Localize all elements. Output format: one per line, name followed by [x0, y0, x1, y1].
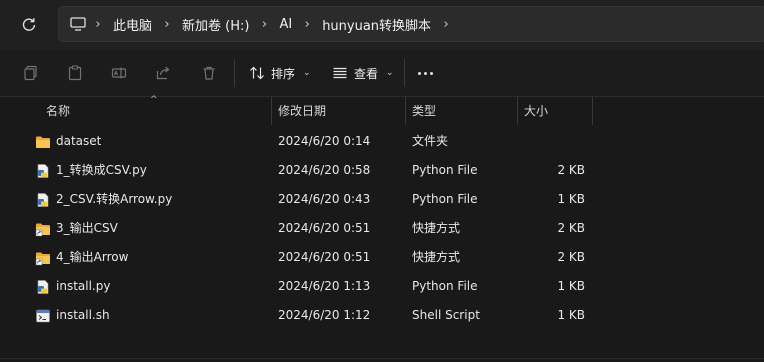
- file-name: 1_转换成CSV.py: [56, 163, 147, 177]
- file-row-2[interactable]: 2_CSV.转换Arrow.py 2024/6/20 0:43 Python F…: [0, 185, 764, 214]
- chevron-right-icon[interactable]: ›: [87, 17, 109, 32]
- file-name: install.py: [56, 279, 111, 293]
- file-type: Python File: [412, 192, 478, 206]
- file-date: 2024/6/20 0:58: [278, 163, 371, 177]
- view-label: 查看: [354, 66, 379, 81]
- file-size: [520, 127, 585, 156]
- view-button[interactable]: 查看 ⌄: [332, 62, 394, 84]
- folder-shortcut-icon: [35, 252, 50, 265]
- file-name: 3_输出CSV: [56, 221, 118, 235]
- python-file-icon: [37, 163, 49, 178]
- file-row-dataset[interactable]: dataset 2024/6/20 0:14 文件夹: [0, 127, 764, 156]
- breadcrumb-hunyuan[interactable]: hunyuan转换脚本: [318, 15, 435, 34]
- file-date: 2024/6/20 0:14: [278, 134, 371, 148]
- file-name: 4_输出Arrow: [56, 250, 129, 264]
- column-header: ^ 名称 修改日期 类型 大小: [0, 95, 764, 125]
- file-date: 2024/6/20 0:51: [278, 221, 371, 235]
- column-type[interactable]: 类型: [406, 97, 518, 125]
- file-date: 2024/6/20 1:12: [278, 308, 371, 322]
- file-type: Python File: [412, 279, 478, 293]
- file-type: Shell Script: [412, 308, 480, 322]
- dot: [430, 71, 433, 75]
- file-row-5[interactable]: install.py 2024/6/20 1:13 Python File 1 …: [0, 272, 764, 301]
- column-date-modified[interactable]: 修改日期: [272, 97, 406, 125]
- chevron-down-icon: ⌄: [303, 68, 311, 78]
- file-type: 文件夹: [412, 134, 449, 148]
- python-file-icon: [37, 279, 49, 294]
- file-name: 2_CSV.转换Arrow.py: [56, 192, 173, 206]
- address-bar[interactable]: › 此电脑 › 新加卷 (H:) › AI › hunyuan转换脚本 ›: [58, 6, 764, 42]
- refresh-icon: [22, 18, 36, 31]
- toolbar-divider: [234, 59, 235, 87]
- sort-button[interactable]: 排序 ⌄: [249, 62, 311, 84]
- file-row-4[interactable]: 4_输出Arrow 2024/6/20 0:51 快捷方式 2 KB: [0, 243, 764, 272]
- file-row-3[interactable]: 3_输出CSV 2024/6/20 0:51 快捷方式 2 KB: [0, 214, 764, 243]
- file-size: 2 KB: [557, 250, 585, 264]
- column-name[interactable]: 名称: [40, 97, 272, 125]
- refresh-button[interactable]: [16, 12, 42, 38]
- paste-icon[interactable]: [65, 63, 85, 83]
- folder-icon: [36, 136, 50, 148]
- file-type: 快捷方式: [412, 221, 461, 235]
- file-name: dataset: [56, 134, 102, 148]
- computer-icon[interactable]: [69, 15, 87, 33]
- file-size: 1 KB: [557, 308, 585, 322]
- sort-icon: [250, 66, 264, 80]
- dot: [424, 71, 427, 75]
- folder-shortcut-icon: [35, 223, 50, 236]
- breadcrumb-drive-h[interactable]: 新加卷 (H:): [178, 15, 253, 34]
- chevron-right-icon[interactable]: ›: [435, 17, 457, 32]
- status-divider: [0, 358, 764, 359]
- file-date: 2024/6/20 0:43: [278, 192, 371, 206]
- copy-icon[interactable]: [21, 63, 41, 83]
- file-size: 1 KB: [557, 279, 585, 293]
- file-name: install.sh: [56, 308, 110, 322]
- file-row-1[interactable]: 1_转换成CSV.py 2024/6/20 0:58 Python File 2…: [0, 156, 764, 185]
- file-size: 1 KB: [557, 192, 585, 206]
- file-date: 2024/6/20 1:13: [278, 279, 371, 293]
- file-date: 2024/6/20 0:51: [278, 250, 371, 264]
- dot: [418, 71, 421, 75]
- delete-icon[interactable]: [199, 63, 219, 83]
- view-icon: [333, 67, 347, 79]
- command-bar: 排序 ⌄ 查看 ⌄: [0, 50, 764, 97]
- file-size: 2 KB: [557, 221, 585, 235]
- file-row-6[interactable]: install.sh 2024/6/20 1:12 Shell Script 1…: [0, 301, 764, 330]
- python-file-icon: [37, 192, 49, 207]
- chevron-right-icon[interactable]: ›: [296, 17, 318, 32]
- toolbar-divider: [404, 59, 405, 87]
- chevron-right-icon[interactable]: ›: [253, 17, 275, 32]
- chevron-down-icon: ⌄: [386, 68, 394, 78]
- file-type: 快捷方式: [412, 250, 461, 264]
- address-row: › 此电脑 › 新加卷 (H:) › AI › hunyuan转换脚本 ›: [0, 0, 764, 50]
- shell-script-icon: [36, 309, 50, 322]
- breadcrumb-this-pc[interactable]: 此电脑: [109, 15, 156, 34]
- chevron-right-icon[interactable]: ›: [156, 17, 178, 32]
- share-icon[interactable]: [153, 63, 173, 83]
- file-list: dataset 2024/6/20 0:14 文件夹 1_转换成CSV.py 2…: [0, 127, 764, 330]
- file-type: Python File: [412, 163, 478, 177]
- sort-label: 排序: [271, 66, 296, 81]
- column-size[interactable]: 大小: [518, 97, 593, 125]
- more-options-button[interactable]: [418, 68, 438, 78]
- breadcrumb-ai[interactable]: AI: [275, 17, 296, 32]
- rename-icon[interactable]: [109, 63, 129, 83]
- file-size: 2 KB: [557, 163, 585, 177]
